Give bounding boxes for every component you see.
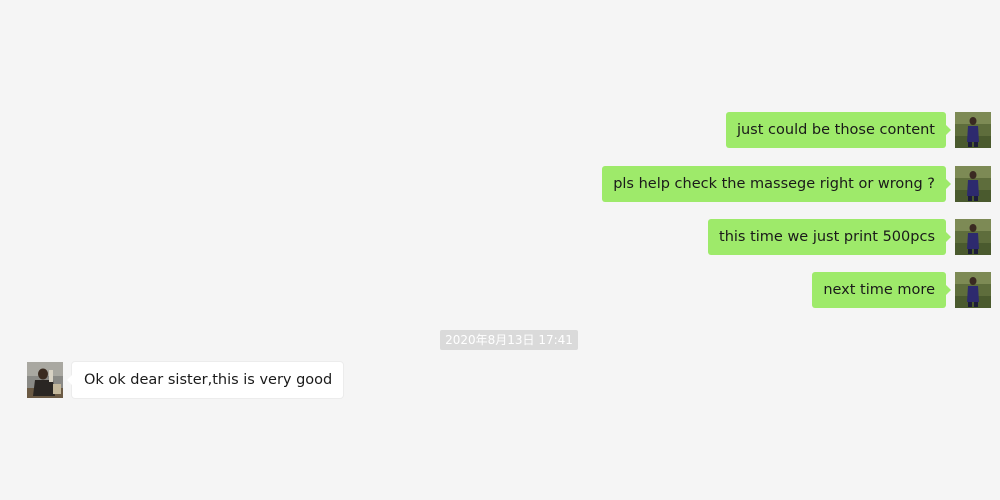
message-bubble-outgoing[interactable]: this time we just print 500pcs <box>708 219 951 255</box>
user-avatar[interactable] <box>955 272 991 308</box>
message-bubble-outgoing[interactable]: just could be those content <box>725 112 952 148</box>
message-timestamp: 2020年8月13日 17:41 <box>440 330 578 350</box>
message-bubble-incoming[interactable]: Ok ok dear sister,this is very good <box>66 362 344 398</box>
user-avatar[interactable] <box>955 219 991 255</box>
message-row-outgoing: just could be those content <box>725 112 991 148</box>
user-avatar[interactable] <box>955 112 991 148</box>
user-photo-avatar-icon <box>955 112 991 148</box>
message-bubble-outgoing[interactable]: pls help check the massege right or wron… <box>602 166 951 202</box>
message-row-outgoing: pls help check the massege right or wron… <box>602 166 991 202</box>
user-photo-avatar-icon <box>955 219 991 255</box>
message-row-incoming: Ok ok dear sister,this is very good <box>27 362 344 398</box>
user-photo-avatar-icon <box>955 166 991 202</box>
user-avatar[interactable] <box>955 166 991 202</box>
chat-message-area[interactable]: just could be those content pls help che… <box>0 0 1000 500</box>
message-row-outgoing: next time more <box>812 272 991 308</box>
contact-avatar[interactable] <box>27 362 63 398</box>
user-photo-avatar-icon <box>955 272 991 308</box>
contact-photo-avatar-icon <box>27 362 63 398</box>
message-bubble-outgoing[interactable]: next time more <box>812 272 951 308</box>
message-row-outgoing: this time we just print 500pcs <box>708 219 991 255</box>
